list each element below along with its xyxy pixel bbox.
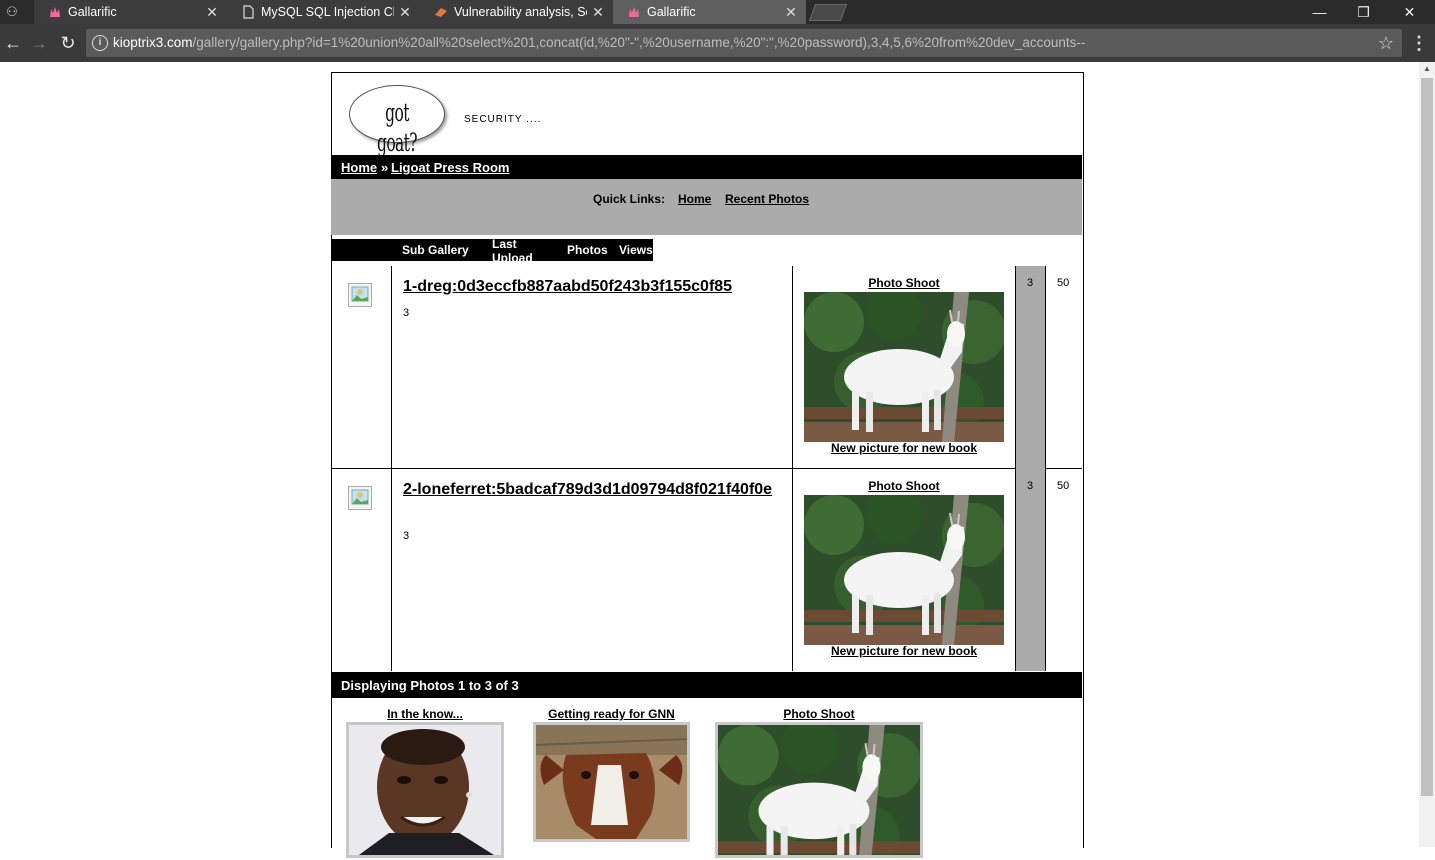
photos-count: 3	[1027, 480, 1034, 492]
browser-tab-4[interactable]: Gallarific ✕	[613, 0, 806, 24]
forward-arrow-icon[interactable]: →	[27, 31, 51, 55]
breadcrumb-separator: »	[381, 160, 389, 175]
last-upload-caption-link[interactable]: New picture for new book	[804, 441, 1004, 455]
photos-count-column	[1015, 266, 1045, 671]
scroll-up-arrow-icon[interactable]: ▲	[1419, 62, 1435, 76]
close-tab-icon[interactable]: ✕	[205, 3, 219, 21]
last-upload-title-link[interactable]: Photo Shoot	[804, 479, 1004, 493]
browser-tab-1[interactable]: Gallarific ✕	[34, 0, 227, 24]
minimize-button[interactable]: —	[1297, 0, 1342, 24]
tab-title: Vulnerability analysis, Se	[454, 5, 587, 19]
browser-tab-3[interactable]: Vulnerability analysis, Se ✕	[420, 0, 613, 24]
thumb-title-link[interactable]: Getting ready for GNN	[533, 707, 690, 721]
thumb-title-link[interactable]: Photo Shoot	[715, 707, 923, 721]
gallery-image-icon[interactable]	[347, 485, 373, 511]
site-logo[interactable]: got goat?	[349, 85, 445, 157]
col-views: Views	[619, 243, 653, 257]
gallarific-favicon-icon	[629, 7, 639, 17]
close-tab-icon[interactable]: ✕	[398, 3, 412, 21]
thumb-photo-goat-face[interactable]	[533, 722, 690, 842]
incognito-icon: ⚇	[6, 4, 18, 19]
col-last-upload: Last Upload	[492, 237, 533, 261]
breadcrumb-home-link[interactable]: Home	[341, 160, 377, 175]
table-divider	[331, 468, 1082, 469]
browser-menu-icon[interactable]: ⋮	[1410, 31, 1428, 55]
tab-title: Gallarific	[68, 5, 117, 19]
thumb-photo-person[interactable]	[346, 722, 504, 858]
tab-title: Gallarific	[647, 5, 696, 19]
vertical-scrollbar[interactable]: ▲	[1419, 62, 1435, 847]
table-divider	[1015, 266, 1016, 671]
table-divider	[1045, 266, 1046, 671]
address-bar[interactable]: i kioptrix3.com/gallery/gallery.php?id=1…	[86, 29, 1402, 57]
photos-count: 3	[1027, 277, 1034, 289]
thumb-photo-goat[interactable]	[715, 716, 923, 860]
last-upload-title-link[interactable]: Photo Shoot	[804, 276, 1004, 290]
views-count: 50	[1057, 277, 1070, 289]
displaying-photos-bar: Displaying Photos 1 to 3 of 3	[331, 672, 1082, 698]
back-arrow-icon[interactable]: ←	[1, 31, 25, 55]
browser-tab-2[interactable]: MySQL SQL Injection Che ✕	[227, 0, 420, 24]
close-window-button[interactable]: ✕	[1387, 0, 1432, 24]
site-tagline: SECURITY ....	[464, 114, 542, 125]
site-info-icon[interactable]: i	[92, 35, 108, 51]
thumb-title-link[interactable]: In the know...	[346, 707, 504, 721]
goat-photo[interactable]	[804, 495, 1004, 645]
bookmark-star-icon[interactable]: ☆	[1378, 32, 1394, 54]
restore-button[interactable]: ❐	[1341, 0, 1386, 24]
close-tab-icon[interactable]: ✕	[784, 3, 798, 21]
breadcrumb: Home » Ligoat Press Room	[331, 155, 1082, 180]
gallery-count: 3	[403, 307, 410, 319]
gallarific-favicon-icon	[50, 7, 60, 17]
bookmark-favicon-icon	[435, 8, 447, 17]
reload-icon[interactable]: ↻	[56, 31, 80, 55]
displaying-photos-text: Displaying Photos 1 to 3 of 3	[341, 678, 519, 693]
quick-link-recent-photos[interactable]: Recent Photos	[725, 192, 809, 206]
tab-title: MySQL SQL Injection Che	[261, 5, 394, 19]
url-text[interactable]: kioptrix3.com/gallery/gallery.php?id=1%2…	[113, 35, 1085, 51]
scrollbar-thumb[interactable]	[1421, 78, 1433, 796]
table-header: Sub Gallery Last Upload Photos Views	[331, 237, 653, 261]
col-sub-gallery: Sub Gallery	[402, 243, 469, 257]
document-icon	[243, 5, 254, 19]
col-photos: Photos	[567, 243, 608, 257]
breadcrumb-current-link[interactable]: Ligoat Press Room	[391, 160, 509, 175]
views-count: 50	[1057, 480, 1070, 492]
gallery-count: 3	[403, 530, 410, 542]
gallery-image-icon[interactable]	[347, 282, 373, 308]
quick-links-bar: Quick Links: Home Recent Photos	[331, 179, 1082, 235]
close-tab-icon[interactable]: ✕	[591, 3, 605, 21]
sub-gallery-link[interactable]: 2-loneferret:5badcaf789d3d1d09794d8f021f…	[403, 480, 783, 500]
goat-face-image	[535, 725, 688, 839]
goat-photo[interactable]	[804, 292, 1004, 442]
quick-links-label: Quick Links:	[593, 192, 666, 206]
new-tab-button[interactable]	[808, 4, 848, 21]
quick-link-home[interactable]: Home	[678, 192, 711, 206]
sub-gallery-link[interactable]: 1-dreg:0d3eccfb887aabd50f243b3f155c0f85	[403, 277, 783, 297]
person-portrait-image	[349, 725, 501, 855]
last-upload-caption-link[interactable]: New picture for new book	[804, 644, 1004, 658]
goat-photo-image	[718, 716, 923, 860]
